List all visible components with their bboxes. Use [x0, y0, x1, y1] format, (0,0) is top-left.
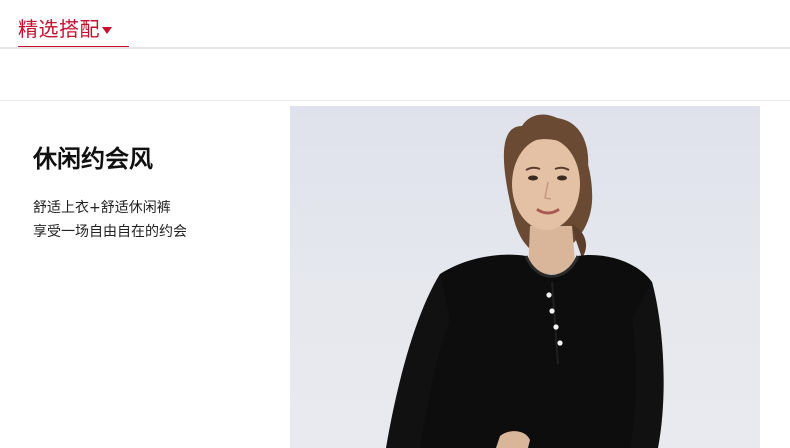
- outfit-model-photo[interactable]: [290, 106, 760, 448]
- outfit-recommendation-page: 精选搭配 休闲约会风 舒适上衣+舒适休闲裤 享受一场自由自在的约会: [0, 0, 790, 448]
- outfit-description-line-1: 舒适上衣+舒适休闲裤: [33, 200, 171, 216]
- caret-down-icon: [102, 26, 112, 34]
- model-illustration: [386, 114, 664, 448]
- outfit-title: 休闲约会风: [33, 145, 153, 173]
- featured-outfits-tab-label: 精选搭配: [18, 17, 100, 41]
- featured-outfits-tab[interactable]: 精选搭配: [18, 14, 112, 44]
- header-divider: [0, 47, 790, 49]
- outfit-description: 舒适上衣+舒适休闲裤 享受一场自由自在的约会: [33, 196, 187, 244]
- outfit-description-line-2: 享受一场自由自在的约会: [33, 224, 187, 240]
- content-divider: [0, 100, 790, 101]
